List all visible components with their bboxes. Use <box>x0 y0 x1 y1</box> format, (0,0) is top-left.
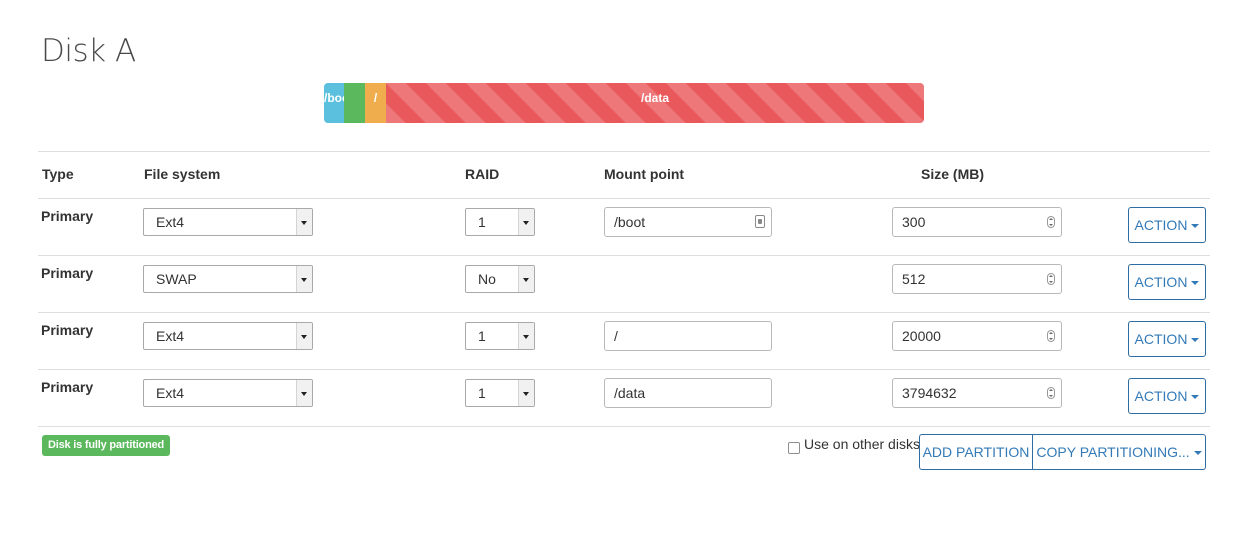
table-row: Primary Ext4 1 /data 3794632 ACTION <box>0 369 1241 426</box>
raid-value: 1 <box>478 385 486 401</box>
size-value: 3794632 <box>902 385 957 401</box>
caret-down-icon <box>1193 451 1202 456</box>
status-badge: Disk is fully partitioned <box>42 435 171 456</box>
contact-card-icon <box>755 215 765 228</box>
raid-value: No <box>478 271 496 287</box>
partition-bar-segment-root: / <box>365 83 386 123</box>
row-type: Primary <box>41 379 94 395</box>
spinner-icon[interactable] <box>1047 387 1055 399</box>
use-on-other-disks-checkbox[interactable] <box>788 442 800 454</box>
row-type: Primary <box>41 322 94 338</box>
size-input[interactable]: 512 <box>892 264 1062 294</box>
filesystem-value: Ext4 <box>156 385 185 401</box>
raid-value: 1 <box>478 328 486 344</box>
spinner-icon[interactable] <box>1047 216 1055 228</box>
add-partition-button[interactable]: ADD PARTITION <box>919 434 1033 470</box>
header-mount-point: Mount point <box>604 166 685 182</box>
table-bottom-divider <box>38 426 1210 427</box>
filesystem-select[interactable]: SWAP <box>143 265 313 293</box>
partition-button-group: ADD PARTITION COPY PARTITIONING... <box>919 434 1206 470</box>
table-top-divider <box>38 151 1210 152</box>
action-button[interactable]: ACTION <box>1128 264 1206 300</box>
mount-point-input[interactable]: / <box>604 321 772 351</box>
action-button[interactable]: ACTION <box>1128 321 1206 357</box>
chevron-down-icon <box>518 323 534 349</box>
header-size: Size (MB) <box>921 166 984 182</box>
action-label: ACTION <box>1134 274 1188 290</box>
size-input[interactable]: 300 <box>892 207 1062 237</box>
filesystem-select[interactable]: Ext4 <box>143 208 313 236</box>
raid-select[interactable]: 1 <box>465 322 535 350</box>
filesystem-select[interactable]: Ext4 <box>143 322 313 350</box>
spinner-icon[interactable] <box>1047 273 1055 285</box>
caret-down-icon <box>1191 224 1200 229</box>
copy-partitioning-button[interactable]: COPY PARTITIONING... <box>1033 434 1206 470</box>
action-label: ACTION <box>1134 217 1188 233</box>
chevron-down-icon <box>518 209 534 235</box>
raid-select[interactable]: 1 <box>465 379 535 407</box>
table-row: Primary SWAP No 512 ACTION <box>0 255 1241 312</box>
raid-value: 1 <box>478 214 486 230</box>
action-button[interactable]: ACTION <box>1128 378 1206 414</box>
filesystem-value: Ext4 <box>156 214 185 230</box>
partition-bar: /boot / /data <box>324 83 924 123</box>
filesystem-select[interactable]: Ext4 <box>143 379 313 407</box>
chevron-down-icon <box>518 380 534 406</box>
chevron-down-icon <box>296 266 312 292</box>
filesystem-value: Ext4 <box>156 328 185 344</box>
caret-down-icon <box>1191 281 1200 286</box>
spinner-icon[interactable] <box>1047 330 1055 342</box>
action-label: ACTION <box>1134 331 1188 347</box>
copy-partitioning-label: COPY PARTITIONING... <box>1036 444 1190 460</box>
chevron-down-icon <box>296 209 312 235</box>
use-on-other-disks-label[interactable]: Use on other disks <box>804 436 920 452</box>
size-value: 20000 <box>902 328 941 344</box>
raid-select[interactable]: No <box>465 265 535 293</box>
chevron-down-icon <box>296 323 312 349</box>
mount-point-value: / <box>614 328 618 344</box>
chevron-down-icon <box>518 266 534 292</box>
size-input[interactable]: 3794632 <box>892 378 1062 408</box>
mount-point-input[interactable]: /data <box>604 378 772 408</box>
filesystem-value: SWAP <box>156 271 197 287</box>
action-label: ACTION <box>1134 388 1188 404</box>
header-raid: RAID <box>465 166 500 182</box>
row-type: Primary <box>41 208 94 224</box>
add-partition-label: ADD PARTITION <box>922 444 1030 460</box>
partition-bar-segment-boot: /boot <box>324 83 344 123</box>
partition-bar-segment-data: /data <box>386 83 924 123</box>
chevron-down-icon <box>296 380 312 406</box>
action-button[interactable]: ACTION <box>1128 207 1206 243</box>
table-row: Primary Ext4 1 /boot 300 ACTION <box>0 198 1241 255</box>
row-type: Primary <box>41 265 94 281</box>
caret-down-icon <box>1191 338 1200 343</box>
size-value: 300 <box>902 214 926 230</box>
mount-point-value: /data <box>614 385 646 401</box>
partition-bar-segment-swap <box>344 83 365 123</box>
mount-point-input[interactable]: /boot <box>604 207 772 237</box>
table-row: Primary Ext4 1 / 20000 ACTION <box>0 312 1241 369</box>
caret-down-icon <box>1191 395 1200 400</box>
disk-title: Disk A <box>41 33 136 69</box>
header-type: Type <box>42 166 74 182</box>
mount-point-value: /boot <box>614 214 646 230</box>
size-input[interactable]: 20000 <box>892 321 1062 351</box>
raid-select[interactable]: 1 <box>465 208 535 236</box>
size-value: 512 <box>902 271 926 287</box>
header-filesystem: File system <box>144 166 221 182</box>
